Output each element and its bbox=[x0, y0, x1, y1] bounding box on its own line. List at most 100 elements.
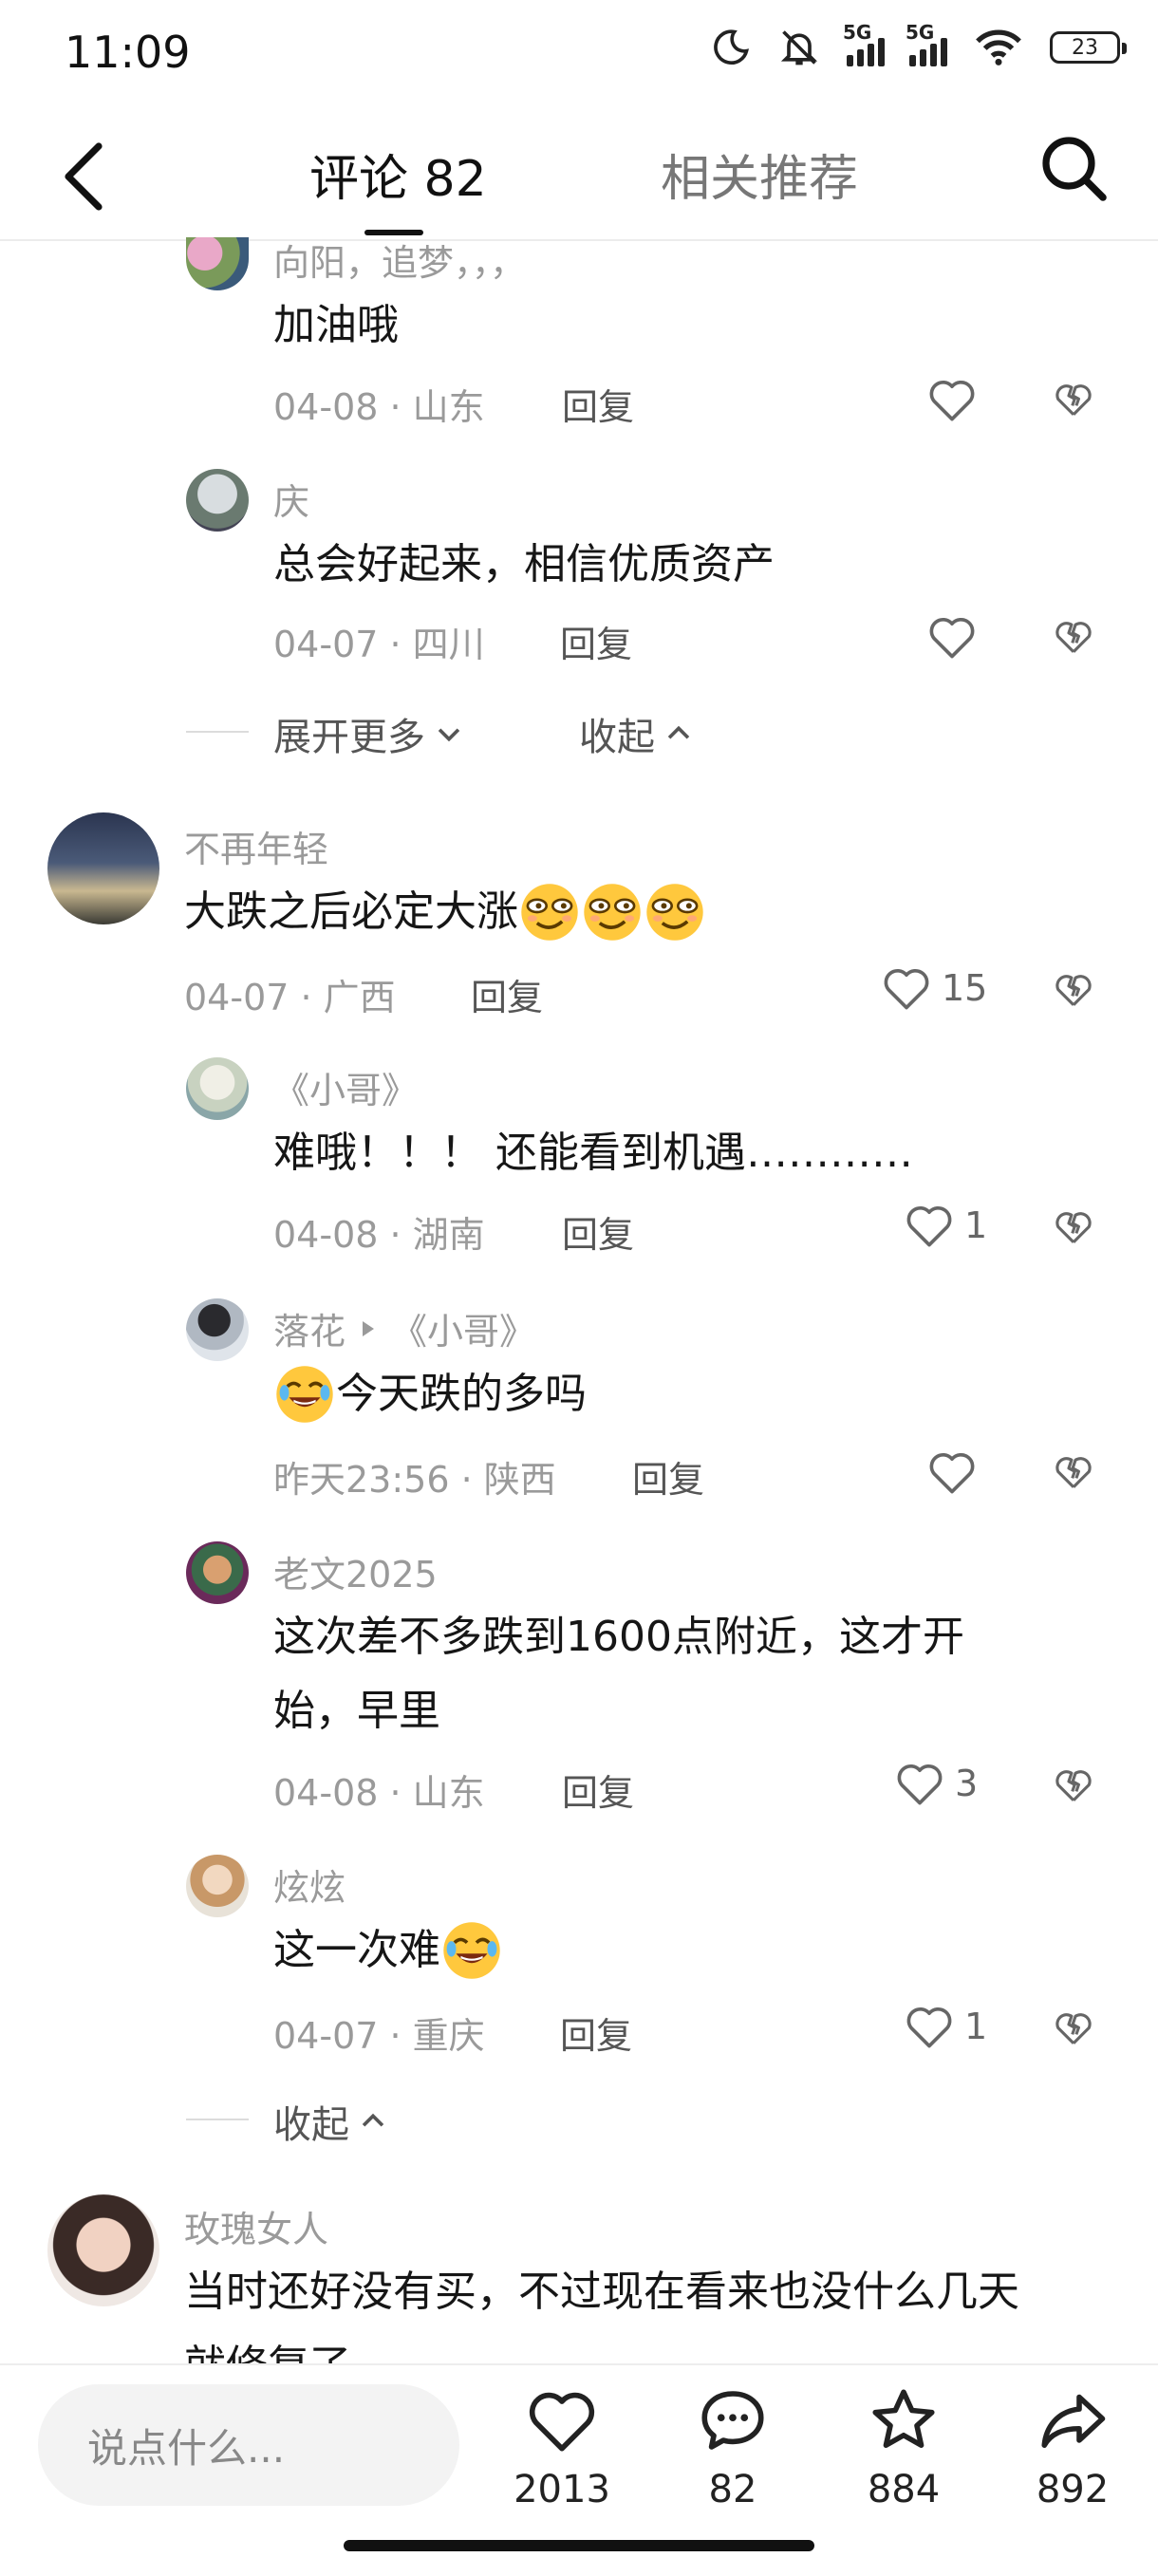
star-icon bbox=[872, 2389, 935, 2449]
back-arrow-icon[interactable] bbox=[57, 139, 114, 215]
comment-author[interactable]: 庆 bbox=[273, 473, 309, 525]
comment-count: 82 bbox=[708, 2468, 757, 2511]
broken-heart-icon[interactable] bbox=[1048, 374, 1099, 421]
comment-text: 大跌之后必定大涨 bbox=[184, 875, 706, 949]
like-button[interactable]: 1 bbox=[902, 1198, 987, 1253]
search-icon[interactable] bbox=[1037, 131, 1112, 207]
comment-text: 加油哦 bbox=[273, 301, 399, 349]
broken-heart-icon[interactable] bbox=[1048, 1447, 1099, 1494]
share-icon bbox=[1041, 2394, 1106, 2449]
comment-count-button[interactable]: 82 bbox=[676, 2380, 790, 2511]
avatar[interactable] bbox=[186, 237, 249, 290]
laugh-cry-emoji-icon bbox=[440, 1919, 503, 1982]
divider bbox=[186, 2119, 249, 2120]
comment-text: 难哦！！！ 还能看到机遇………… bbox=[273, 1129, 913, 1177]
mute-bell-icon bbox=[780, 30, 818, 65]
comment-author[interactable]: 《小哥》 bbox=[273, 1061, 418, 1113]
expand-more-button[interactable]: 展开更多 bbox=[273, 706, 465, 761]
like-button[interactable]: 3 bbox=[892, 1756, 978, 1811]
heart-icon bbox=[892, 1756, 947, 1811]
chevron-up-icon bbox=[667, 725, 690, 739]
broken-heart-icon[interactable] bbox=[1048, 1202, 1099, 1249]
favorite-count: 884 bbox=[867, 2468, 941, 2511]
header-bar bbox=[0, 114, 1158, 241]
favorite-button[interactable]: 884 bbox=[847, 2380, 961, 2511]
avatar[interactable] bbox=[47, 812, 159, 924]
comment-author[interactable]: 落花 bbox=[273, 1302, 346, 1354]
share-button[interactable]: 892 bbox=[1016, 2380, 1130, 2511]
avatar[interactable] bbox=[186, 1855, 249, 1917]
signal-icon-2: 5G bbox=[906, 21, 947, 66]
broken-heart-icon[interactable] bbox=[1048, 964, 1099, 1012]
status-icons: 5G 5G 23 bbox=[710, 21, 1127, 68]
smirk-emoji-icon bbox=[644, 881, 706, 943]
comment-meta: 04-07 · 四川 bbox=[273, 624, 485, 665]
chevron-up-icon bbox=[362, 2113, 384, 2127]
comment-meta: 04-07 · 重庆 bbox=[273, 2015, 485, 2057]
laugh-cry-emoji-icon bbox=[273, 1363, 336, 1426]
comment-author-line: 落花 《小哥》 bbox=[273, 1302, 535, 1354]
collapse-button[interactable]: 收起 bbox=[579, 706, 695, 761]
like-button[interactable]: 15 bbox=[879, 961, 987, 1016]
comment-bubble-icon bbox=[701, 2391, 764, 2450]
comment-text: 这一次难 bbox=[273, 1913, 503, 1988]
reply-button[interactable]: 回复 bbox=[560, 615, 632, 667]
share-count: 892 bbox=[1036, 2468, 1110, 2511]
status-time: 11:09 bbox=[65, 27, 191, 78]
comment-meta: 04-08 · 山东 bbox=[273, 1772, 485, 1814]
reply-button[interactable]: 回复 bbox=[560, 2007, 632, 2059]
comment-text-line: 始，早里 bbox=[273, 1687, 440, 1735]
reply-button[interactable]: 回复 bbox=[562, 1764, 634, 1816]
reply-button[interactable]: 回复 bbox=[562, 378, 634, 430]
tab-comments[interactable]: 评论 82 bbox=[309, 139, 487, 210]
like-count: 2013 bbox=[514, 2468, 610, 2511]
avatar[interactable] bbox=[186, 1298, 249, 1361]
comment-input[interactable]: 说点什么... bbox=[38, 2384, 459, 2506]
heart-icon[interactable] bbox=[925, 372, 980, 427]
reply-button[interactable]: 回复 bbox=[471, 968, 543, 1020]
comment-author[interactable]: 玫瑰女人 bbox=[184, 2200, 328, 2252]
comment-author[interactable]: 老文2025 bbox=[273, 1545, 438, 1597]
comment-meta: 昨天23:56 · 陕西 bbox=[273, 1459, 556, 1501]
like-count-button[interactable]: 2013 bbox=[505, 2380, 619, 2511]
collapse-button[interactable]: 收起 bbox=[273, 2094, 389, 2149]
divider bbox=[186, 731, 249, 733]
comment-meta: 04-07 · 广西 bbox=[184, 977, 396, 1018]
wifi-icon bbox=[976, 29, 1021, 65]
broken-heart-icon[interactable] bbox=[1048, 1760, 1099, 1807]
comment-meta: 04-08 · 湖南 bbox=[273, 1214, 485, 1256]
battery-icon: 23 bbox=[1050, 31, 1127, 64]
avatar[interactable] bbox=[186, 1057, 249, 1120]
comment-text-line: 当时还好没有买，不过现在看来也没什么几天 bbox=[184, 2268, 1019, 2316]
avatar[interactable] bbox=[47, 2194, 159, 2306]
reply-to-author[interactable]: 《小哥》 bbox=[391, 1302, 535, 1354]
heart-icon[interactable] bbox=[925, 1445, 980, 1500]
tab-related[interactable]: 相关推荐 bbox=[661, 139, 858, 210]
smirk-emoji-icon bbox=[581, 881, 644, 943]
comment-text-line: 这次差不多跌到1600点附近，这才开 bbox=[273, 1613, 964, 1661]
heart-icon bbox=[902, 1198, 957, 1253]
heart-icon bbox=[879, 961, 934, 1016]
smirk-emoji-icon bbox=[518, 881, 581, 943]
avatar[interactable] bbox=[186, 469, 249, 532]
reply-button[interactable]: 回复 bbox=[632, 1450, 704, 1503]
home-indicator[interactable] bbox=[344, 2540, 814, 2551]
comment-author[interactable]: 不再年轻 bbox=[184, 820, 328, 872]
reply-arrow-icon bbox=[363, 1320, 375, 1336]
signal-icon: 5G bbox=[843, 21, 885, 66]
comment-author[interactable]: 炫炫 bbox=[273, 1858, 346, 1911]
like-button[interactable]: 1 bbox=[902, 1999, 987, 2054]
reply-button[interactable]: 回复 bbox=[562, 1205, 634, 1258]
comment-meta: 04-08 · 山东 bbox=[273, 386, 485, 428]
heart-icon bbox=[902, 1999, 957, 2054]
heart-icon bbox=[529, 2392, 595, 2452]
comment-text: 今天跌的多吗 bbox=[273, 1357, 587, 1431]
heart-icon[interactable] bbox=[925, 609, 980, 664]
comment-text: 总会好起来，相信优质资产 bbox=[273, 540, 775, 588]
broken-heart-icon[interactable] bbox=[1048, 2003, 1099, 2050]
avatar[interactable] bbox=[186, 1541, 249, 1604]
chevron-down-icon bbox=[438, 728, 460, 742]
broken-heart-icon[interactable] bbox=[1048, 611, 1099, 659]
moon-icon bbox=[714, 29, 749, 65]
comment-author[interactable]: 向阳，追梦，，， bbox=[273, 233, 526, 286]
